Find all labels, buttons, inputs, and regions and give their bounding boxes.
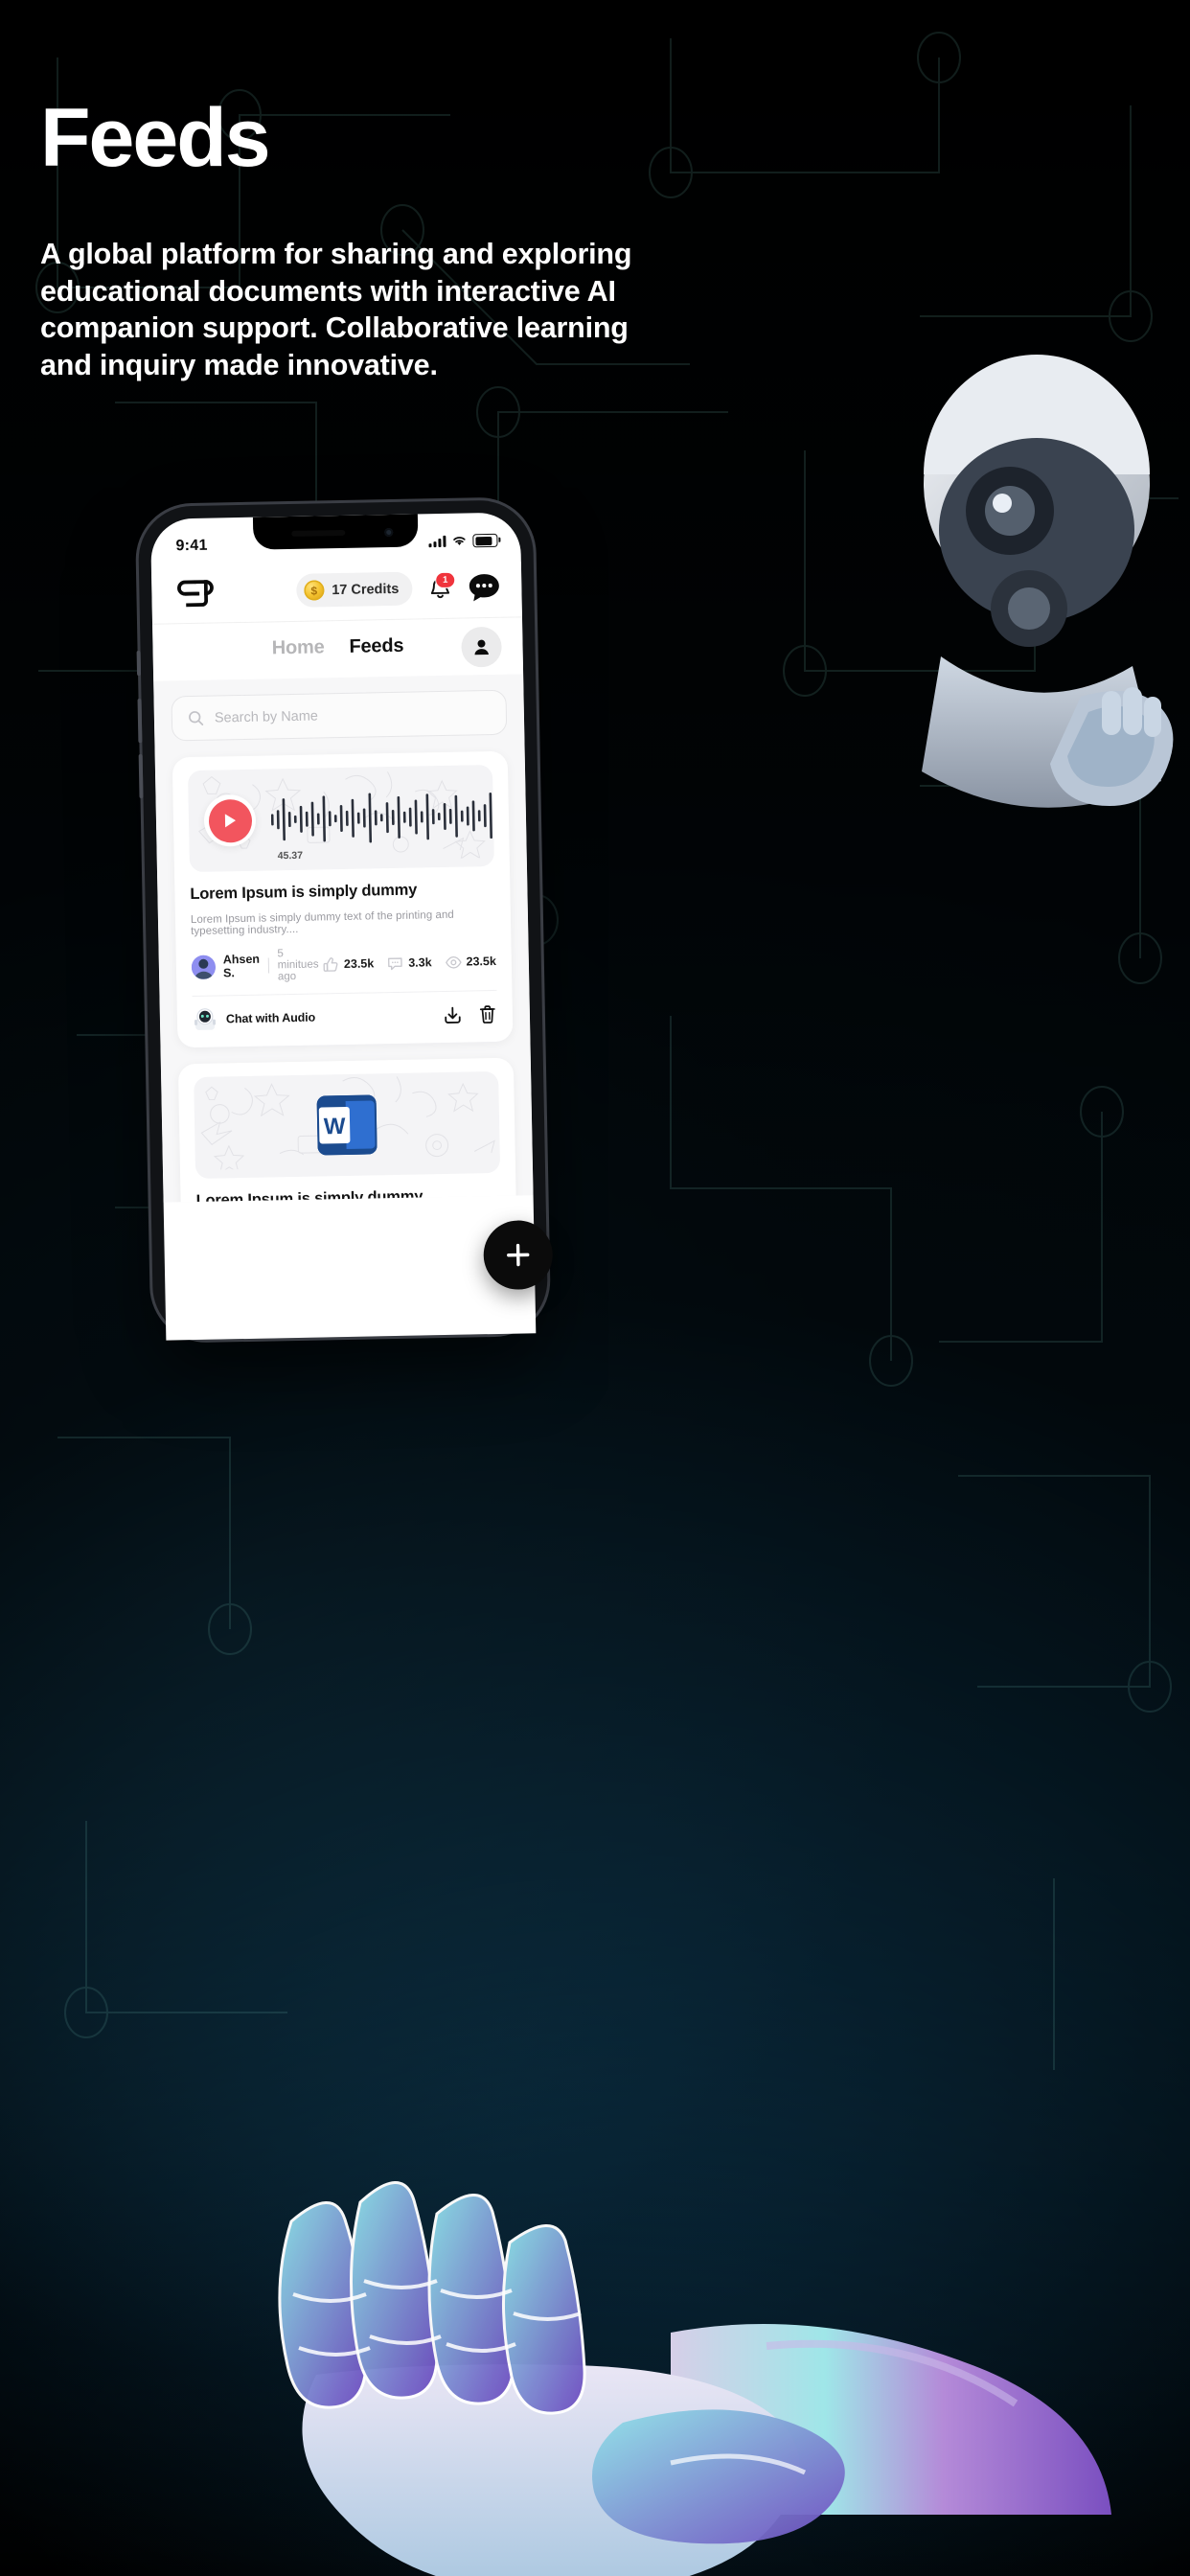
card-description: Lorem Ipsum is simply dummy text of the … <box>190 908 454 938</box>
like-count: 23.5k <box>343 956 375 971</box>
search-input[interactable]: Search by Name <box>215 708 318 725</box>
comment-stat[interactable]: 3.3k <box>387 954 432 972</box>
promo-page: Feeds A global platform for sharing and … <box>0 0 1190 2576</box>
avatar <box>191 954 217 979</box>
timestamp: 5 minitues ago <box>277 948 319 983</box>
status-indicators <box>428 533 498 548</box>
feed-card-audio[interactable]: 45.37 Lorem Ipsum is simply dummy Lorem … <box>172 750 514 1048</box>
author-name: Ahsen S. <box>222 952 261 980</box>
audio-waveform-icon <box>270 793 492 843</box>
word-document-icon: W <box>316 1094 378 1156</box>
tab-feeds[interactable]: Feeds <box>349 635 403 658</box>
feed-card-document[interactable]: W Lorem Ipsum is simply dummy Lorem Ipsu… <box>177 1057 519 1203</box>
eye-icon <box>445 955 462 969</box>
thumbs-up-icon <box>323 956 338 972</box>
notification-badge: 1 <box>435 571 456 588</box>
search-icon <box>189 711 204 725</box>
phone-volume-down-button <box>138 753 144 799</box>
download-icon[interactable] <box>443 1004 463 1024</box>
robot-mascot-image <box>883 340 1190 839</box>
header-actions: $ 17 Credits 1 <box>295 570 501 608</box>
play-icon <box>208 798 252 843</box>
app-header: $ 17 Credits 1 <box>150 562 522 624</box>
card-meta: Ahsen S. 5 minitues ago 23.5k 3.3k 23.5k <box>191 944 497 996</box>
phone-volume-up-button <box>137 698 143 744</box>
svg-text:W: W <box>324 1114 347 1139</box>
profile-button[interactable] <box>461 626 502 668</box>
phone-mockup: 9:41 $ 17 Credits 1 Home Feeds Search by… <box>136 499 554 1341</box>
trash-icon[interactable] <box>478 1003 497 1024</box>
status-time: 9:41 <box>175 537 208 555</box>
wifi-icon <box>453 537 466 545</box>
fs-logo-icon[interactable] <box>176 578 217 608</box>
phone-silent-switch <box>136 651 142 677</box>
battery-icon <box>472 533 498 548</box>
meta-divider <box>267 957 269 974</box>
hero-section: Feeds A global platform for sharing and … <box>40 94 692 383</box>
cellular-bars-icon <box>428 535 446 548</box>
robot-hand-image <box>172 2106 1111 2576</box>
card-footer-actions <box>443 1003 497 1024</box>
like-stat[interactable]: 23.5k <box>323 955 375 973</box>
hero-description: A global platform for sharing and explor… <box>40 238 632 381</box>
card-title: Lorem Ipsum is simply dummy <box>195 1187 423 1203</box>
coin-icon: $ <box>304 580 325 601</box>
credits-badge[interactable]: $ 17 Credits <box>295 571 413 608</box>
phone-screen: 9:41 $ 17 Credits 1 Home Feeds Search by… <box>149 512 537 1341</box>
audio-media[interactable]: 45.37 <box>187 764 494 873</box>
card-stats: 23.5k 3.3k 23.5k <box>323 953 496 972</box>
tab-bar: Home Feeds <box>152 616 524 681</box>
comment-count: 3.3k <box>408 955 432 970</box>
notifications-button[interactable]: 1 <box>425 571 456 603</box>
plus-icon <box>507 1243 530 1267</box>
robot-icon <box>194 1008 217 1030</box>
credits-label: 17 Credits <box>332 581 400 598</box>
chat-bubble-icon[interactable] <box>468 570 501 604</box>
document-media[interactable]: W <box>194 1070 501 1180</box>
tabs: Home Feeds <box>272 635 404 660</box>
chat-action-label[interactable]: Chat with Audio <box>226 1011 315 1026</box>
tab-home[interactable]: Home <box>272 636 325 659</box>
view-stat: 23.5k <box>445 953 496 970</box>
search-bar[interactable]: Search by Name <box>171 689 508 742</box>
feed-content: Search by Name 45.37 Lorem Ipsum is simp… <box>153 674 534 1203</box>
page-title: Feeds <box>40 92 271 184</box>
view-count: 23.5k <box>466 954 496 969</box>
status-bar: 9:41 <box>150 512 521 568</box>
comment-icon <box>388 956 403 970</box>
card-title: Lorem Ipsum is simply dummy <box>190 881 418 904</box>
person-icon <box>474 639 489 655</box>
card-footer: Chat with Audio <box>192 989 498 1041</box>
audio-duration: 45.37 <box>277 849 304 862</box>
